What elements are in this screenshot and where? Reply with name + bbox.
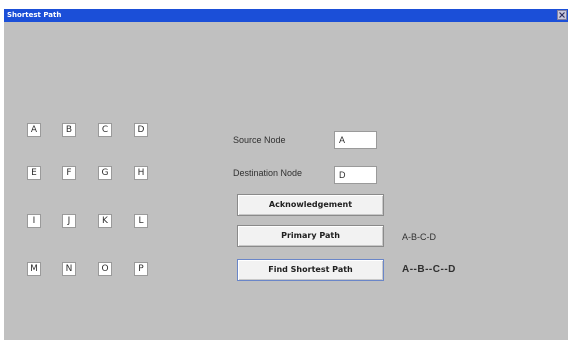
shortest-path-result: A--B--C--D: [402, 264, 456, 275]
close-icon: [559, 12, 565, 18]
destination-node-label: Destination Node: [233, 168, 303, 178]
node-f[interactable]: F: [62, 166, 76, 180]
source-node-input[interactable]: A: [334, 131, 377, 149]
title-bar[interactable]: Shortest Path: [4, 9, 568, 22]
app-window: Shortest Path A B C D E F G H I J K L M …: [4, 9, 568, 340]
node-l[interactable]: L: [134, 214, 148, 228]
node-k[interactable]: K: [98, 214, 112, 228]
node-a[interactable]: A: [27, 123, 41, 137]
find-shortest-path-button[interactable]: Find Shortest Path: [237, 259, 384, 281]
acknowledgement-button[interactable]: Acknowledgement: [237, 194, 384, 216]
node-e[interactable]: E: [27, 166, 41, 180]
node-p[interactable]: P: [134, 262, 148, 276]
node-b[interactable]: B: [62, 123, 76, 137]
node-h[interactable]: H: [134, 166, 148, 180]
node-c[interactable]: C: [98, 123, 112, 137]
close-button[interactable]: [557, 10, 567, 20]
node-d[interactable]: D: [134, 123, 148, 137]
node-o[interactable]: O: [98, 262, 112, 276]
node-n[interactable]: N: [62, 262, 76, 276]
node-g[interactable]: G: [98, 166, 112, 180]
node-m[interactable]: M: [27, 262, 41, 276]
node-i[interactable]: I: [27, 214, 41, 228]
source-node-label: Source Node: [233, 135, 286, 145]
primary-path-result: A-B-C-D: [402, 232, 436, 242]
window-title: Shortest Path: [7, 11, 62, 19]
primary-path-button[interactable]: Primary Path: [237, 225, 384, 247]
destination-node-input[interactable]: D: [334, 166, 377, 184]
node-j[interactable]: J: [62, 214, 76, 228]
